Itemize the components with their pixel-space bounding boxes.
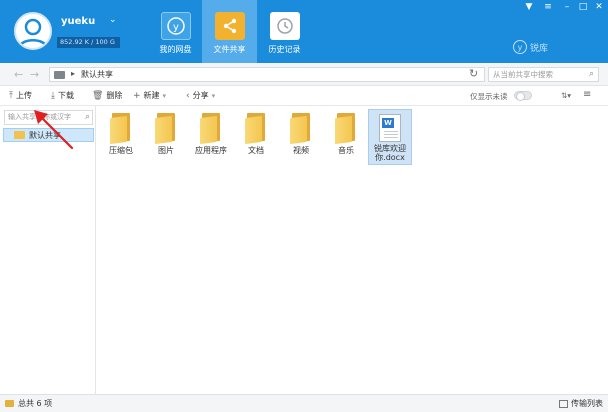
folder-icon bbox=[335, 113, 357, 145]
docx-file-item[interactable]: W 锐库欢迎 你.docx bbox=[368, 109, 412, 165]
file-name: 图片 bbox=[158, 146, 174, 155]
plus-icon: + bbox=[133, 90, 141, 101]
folder-icon bbox=[5, 400, 14, 407]
folder-icon bbox=[290, 113, 312, 145]
upload-icon: ⤒ bbox=[9, 90, 13, 101]
tab-label: 历史记录 bbox=[268, 45, 301, 54]
annotation-arrow-icon bbox=[34, 110, 74, 150]
breadcrumb[interactable]: ▸ 默认共享 bbox=[49, 67, 485, 82]
item-count: 总共 6 项 bbox=[18, 399, 53, 408]
chevron-down-icon[interactable]: ⌄ bbox=[109, 15, 117, 25]
minimize-icon[interactable]: – bbox=[560, 2, 574, 12]
file-name: 应用程序 bbox=[195, 146, 227, 155]
view-list-icon[interactable]: ≡ bbox=[583, 89, 591, 100]
storage-quota: 852.92 K / 100 G bbox=[57, 37, 120, 48]
share-icon bbox=[214, 12, 245, 40]
file-name: 压缩包 bbox=[109, 146, 133, 155]
list-icon bbox=[559, 399, 568, 408]
download-icon: ⤓ bbox=[51, 90, 55, 101]
caret-down-icon: ▾ bbox=[162, 91, 167, 100]
file-name: 文档 bbox=[248, 146, 264, 155]
menu-icon[interactable]: ≡ bbox=[541, 2, 555, 12]
share-search-input[interactable]: 从当前共享中搜索 ⌕ bbox=[488, 67, 599, 82]
forward-icon[interactable]: → bbox=[30, 68, 39, 81]
file-grid: 压缩包 图片 应用程序 文档 视频 音乐 W 锐库欢迎 你.docx bbox=[97, 106, 608, 394]
folder-item[interactable]: 图片 bbox=[144, 110, 188, 156]
back-icon[interactable]: ← bbox=[14, 68, 23, 81]
logo-mark: y bbox=[513, 40, 527, 54]
caret-down-icon: ▾ bbox=[211, 91, 216, 100]
transfer-list-button[interactable]: 传输列表 bbox=[559, 398, 603, 409]
avatar[interactable] bbox=[14, 12, 52, 50]
file-name: 视频 bbox=[293, 146, 309, 155]
share-icon: ‹ bbox=[186, 90, 190, 101]
search-icon[interactable]: ⌕ bbox=[85, 111, 90, 124]
folder-icon bbox=[155, 113, 177, 145]
share-label: 分享 bbox=[192, 91, 209, 100]
folder-icon bbox=[14, 131, 25, 139]
folder-icon bbox=[54, 71, 65, 79]
skin-icon[interactable]: ▼ bbox=[522, 2, 536, 12]
chevron-right-icon: ▸ bbox=[71, 69, 76, 78]
search-icon[interactable]: ⌕ bbox=[589, 68, 594, 81]
cloud-disk-icon: y bbox=[160, 12, 191, 40]
status-bar: 总共 6 项 传输列表 bbox=[0, 394, 608, 412]
delete-button[interactable]: 🗑 删除 bbox=[92, 90, 122, 101]
upload-button[interactable]: ⤒ 上传 bbox=[9, 90, 32, 101]
folder-icon bbox=[110, 113, 132, 145]
tab-history[interactable]: 历史记录 bbox=[257, 0, 312, 63]
delete-label: 删除 bbox=[106, 91, 123, 100]
file-name-line2: 你.docx bbox=[375, 153, 405, 162]
clock-icon bbox=[269, 12, 300, 40]
breadcrumb-item[interactable]: 默认共享 bbox=[81, 69, 113, 80]
tab-my-disk[interactable]: y 我的网盘 bbox=[148, 0, 203, 63]
folder-icon bbox=[200, 113, 222, 145]
share-button[interactable]: ‹ 分享 ▾ bbox=[186, 90, 215, 101]
file-name-line1: 锐库欢迎 bbox=[374, 144, 406, 153]
new-button[interactable]: + 新建 ▾ bbox=[133, 90, 166, 101]
brand-logo: y 锐库 bbox=[513, 40, 548, 54]
search-placeholder: 从当前共享中搜索 bbox=[493, 70, 553, 79]
refresh-icon[interactable]: ↻ bbox=[469, 67, 478, 80]
maximize-icon[interactable]: □ bbox=[576, 2, 590, 12]
word-doc-icon: W bbox=[379, 114, 401, 142]
username[interactable]: yueku bbox=[61, 16, 95, 27]
folder-item[interactable]: 音乐 bbox=[324, 110, 368, 156]
tab-label: 文件共享 bbox=[213, 45, 246, 54]
folder-item[interactable]: 文档 bbox=[234, 110, 278, 156]
download-label: 下载 bbox=[57, 91, 74, 100]
show-unread-toggle[interactable] bbox=[514, 91, 532, 101]
folder-item[interactable]: 应用程序 bbox=[189, 110, 233, 156]
new-label: 新建 bbox=[143, 91, 160, 100]
tab-file-share[interactable]: 文件共享 bbox=[202, 0, 257, 63]
sort-icon[interactable]: ⇅▾ bbox=[561, 91, 571, 100]
trash-icon: 🗑 bbox=[92, 90, 104, 101]
app-header: yueku ⌄ 852.92 K / 100 G y 我的网盘 文件共享 历史记… bbox=[0, 0, 608, 63]
svg-text:y: y bbox=[173, 22, 179, 33]
show-unread-label: 仅显示未读 bbox=[470, 92, 508, 101]
folder-item[interactable]: 视频 bbox=[279, 110, 323, 156]
status-total: 总共 6 项 bbox=[5, 398, 52, 409]
user-icon bbox=[18, 18, 48, 48]
download-button[interactable]: ⤓ 下载 bbox=[51, 90, 74, 101]
tab-label: 我的网盘 bbox=[159, 45, 192, 54]
folder-icon bbox=[245, 113, 267, 145]
transfer-list-label: 传输列表 bbox=[571, 399, 603, 408]
file-name: 音乐 bbox=[338, 146, 354, 155]
logo-text: 锐库 bbox=[530, 43, 549, 54]
close-icon[interactable]: ✕ bbox=[592, 2, 606, 12]
folder-item[interactable]: 压缩包 bbox=[99, 110, 143, 156]
upload-label: 上传 bbox=[15, 91, 32, 100]
